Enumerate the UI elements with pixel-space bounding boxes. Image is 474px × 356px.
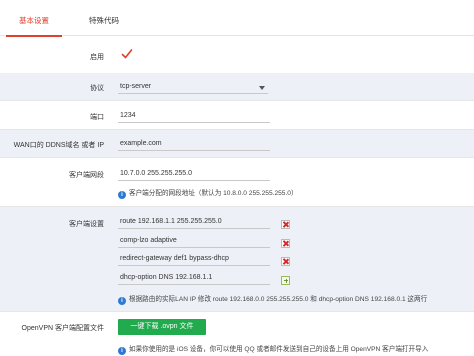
delete-icon[interactable]	[281, 257, 290, 266]
client-setting-entry[interactable]: comp-lzo adaptive	[118, 234, 270, 248]
info-icon: i	[118, 347, 126, 355]
info-icon: i	[118, 191, 126, 199]
client-setting-entry[interactable]: redirect-gateway def1 bypass-dhcp	[118, 252, 270, 266]
client-settings-label: 客户端设置	[69, 221, 104, 228]
ovpn-label: OpenVPN 客户端配置文件	[21, 325, 104, 332]
ddns-row: WAN口的 DDNS域名 或者 IP example.com	[0, 130, 474, 157]
protocol-select[interactable]: tcp-server	[118, 80, 268, 94]
client-settings-hint-text: 根据路由的实际LAN IP 修改 route 192.168.0.0 255.2…	[129, 296, 428, 303]
checkmark-icon	[121, 49, 133, 59]
ovpn-hint: i 如果你使用的是 iOS 设备，你可以使用 QQ 或者邮件发送到自己的设备上用 …	[118, 343, 428, 355]
tab-bar: 基本设置 特殊代码	[0, 0, 474, 37]
ovpn-hint-text: 如果你使用的是 iOS 设备，你可以使用 QQ 或者邮件发送到自己的设备上用 O…	[129, 346, 429, 353]
protocol-label: 协议	[90, 85, 104, 92]
client-settings-hint: i 根据路由的实际LAN IP 修改 route 192.168.0.0 255.…	[118, 293, 427, 305]
chevron-down-icon	[259, 86, 265, 90]
client-subnet-row: 客户端网段 10.7.0.0 255.255.255.0 i 客户端分配的网段地址…	[0, 158, 474, 206]
info-icon: i	[118, 297, 126, 305]
ovpn-row: OpenVPN 客户端配置文件 一键下载 .ovpn 文件 i 如果你使用的是 i…	[0, 312, 474, 356]
tab-basic-settings[interactable]: 基本设置	[6, 14, 62, 37]
client-subnet-label: 客户端网段	[69, 172, 104, 179]
delete-icon[interactable]	[281, 239, 290, 248]
client-subnet-hint-text: 客户端分配的网段地址（默认为 10.8.0.0 255.255.255.0）	[129, 190, 298, 197]
download-ovpn-button[interactable]: 一键下载 .ovpn 文件	[118, 319, 206, 335]
client-settings-row: 客户端设置 route 192.168.1.1 255.255.255.0 co…	[0, 207, 474, 311]
ddns-input[interactable]: example.com	[118, 137, 270, 151]
add-icon[interactable]	[281, 276, 290, 285]
ddns-label: WAN口的 DDNS域名 或者 IP	[13, 142, 104, 149]
tab-special-code[interactable]: 特殊代码	[76, 14, 132, 36]
enable-row: 启用	[0, 37, 474, 73]
delete-icon[interactable]	[281, 220, 290, 229]
enable-checkbox[interactable]	[121, 48, 133, 60]
port-row: 端口 1234	[0, 101, 474, 129]
enable-label: 启用	[90, 54, 104, 61]
client-subnet-hint: i 客户端分配的网段地址（默认为 10.8.0.0 255.255.255.0）	[118, 187, 298, 199]
port-label: 端口	[90, 114, 104, 121]
protocol-row: 协议 tcp-server	[0, 73, 474, 100]
client-setting-entry[interactable]: route 192.168.1.1 255.255.255.0	[118, 215, 270, 229]
client-subnet-input[interactable]: 10.7.0.0 255.255.255.0	[118, 167, 270, 181]
port-input[interactable]: 1234	[118, 109, 270, 123]
client-setting-entry[interactable]: dhcp-option DNS 192.168.1.1	[118, 271, 270, 285]
